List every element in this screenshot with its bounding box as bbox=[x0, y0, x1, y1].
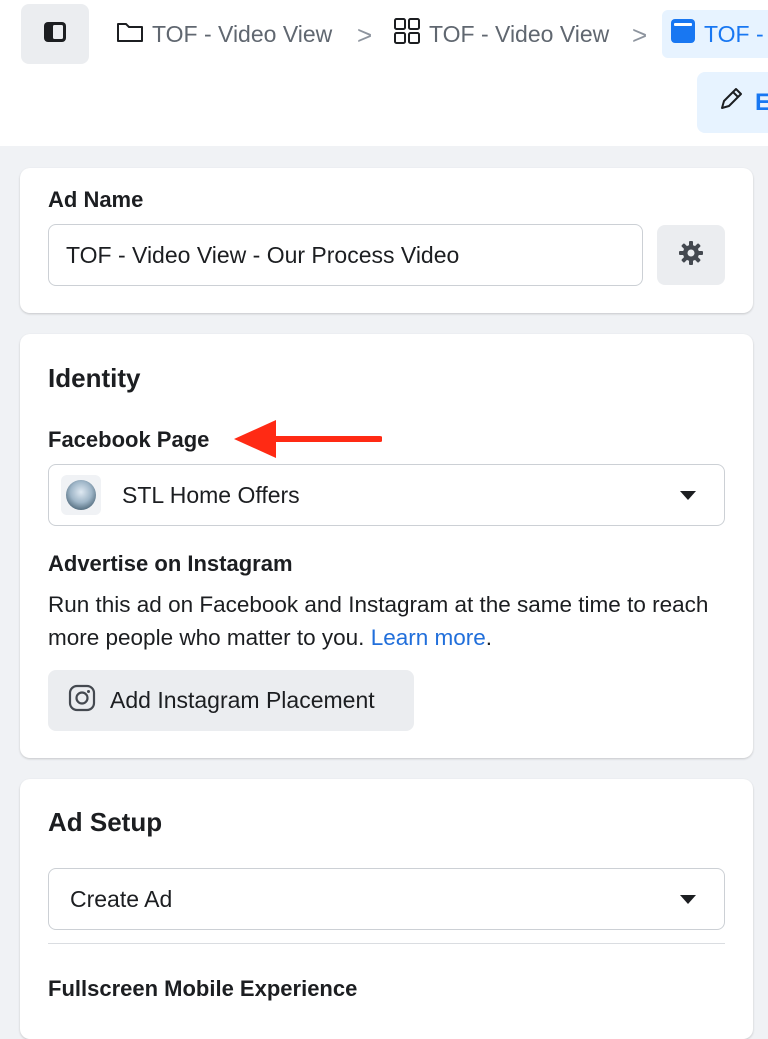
breadcrumb-label: TOF - Video View bbox=[429, 20, 610, 47]
ad-setup-title: Ad Setup bbox=[48, 807, 163, 837]
learn-more-link[interactable]: Learn more bbox=[371, 625, 486, 650]
ad-setup-value: Create Ad bbox=[70, 885, 173, 912]
facebook-page-label: Facebook Page bbox=[48, 427, 210, 452]
section-divider bbox=[48, 943, 725, 944]
edit-button[interactable]: E bbox=[697, 72, 768, 133]
top-bar: TOF - Video View > TOF - Video View > TO… bbox=[0, 0, 768, 146]
annotation-arrow-icon bbox=[234, 420, 382, 458]
breadcrumb-separator: > bbox=[632, 20, 648, 50]
ad-name-label: Ad Name bbox=[48, 187, 144, 212]
edit-button-label: E bbox=[755, 88, 768, 116]
grid-icon bbox=[393, 17, 421, 51]
breadcrumb-campaign[interactable]: TOF - Video View bbox=[116, 14, 332, 54]
breadcrumb-separator: > bbox=[357, 20, 373, 50]
fullscreen-mobile-label: Fullscreen Mobile Experience bbox=[48, 976, 358, 1001]
ad-setup-select[interactable]: Create Ad bbox=[48, 868, 725, 930]
ad-setup-card: Ad Setup Create Ad Fullscreen Mobile Exp… bbox=[20, 779, 753, 1039]
identity-card: Identity Facebook Page STL Home Offers A… bbox=[20, 334, 753, 758]
facebook-page-value: STL Home Offers bbox=[122, 481, 300, 508]
ad-name-settings-button[interactable] bbox=[657, 225, 725, 285]
breadcrumb-ad-set[interactable]: TOF - Video View bbox=[393, 14, 609, 54]
breadcrumb-label: TOF - V bbox=[704, 20, 768, 47]
ad-name-value: TOF - Video View - Our Process Video bbox=[66, 241, 460, 268]
pencil-icon bbox=[717, 85, 745, 120]
sidebar-panel-icon bbox=[42, 20, 68, 49]
ad-icon bbox=[670, 18, 696, 50]
add-instagram-placement-button[interactable]: Add Instagram Placement bbox=[48, 670, 414, 731]
dropdown-caret-icon bbox=[680, 895, 696, 904]
ad-name-input[interactable]: TOF - Video View - Our Process Video bbox=[48, 224, 643, 286]
add-instagram-placement-label: Add Instagram Placement bbox=[110, 687, 375, 713]
instagram-description: Run this ad on Facebook and Instagram at… bbox=[48, 588, 728, 654]
sidebar-toggle-button[interactable] bbox=[21, 4, 89, 64]
facebook-page-select[interactable]: STL Home Offers bbox=[48, 464, 725, 526]
page-avatar bbox=[61, 475, 101, 515]
advertise-instagram-label: Advertise on Instagram bbox=[48, 551, 293, 576]
ad-name-card: Ad Name TOF - Video View - Our Process V… bbox=[20, 168, 753, 313]
dropdown-caret-icon bbox=[680, 491, 696, 500]
gear-icon bbox=[677, 239, 705, 272]
learn-more-suffix: . bbox=[485, 625, 493, 650]
breadcrumb-label: TOF - Video View bbox=[152, 20, 333, 47]
instagram-icon bbox=[68, 684, 96, 718]
identity-title: Identity bbox=[48, 363, 141, 393]
folder-icon bbox=[116, 19, 144, 49]
breadcrumb-ad[interactable]: TOF - V bbox=[662, 10, 768, 58]
